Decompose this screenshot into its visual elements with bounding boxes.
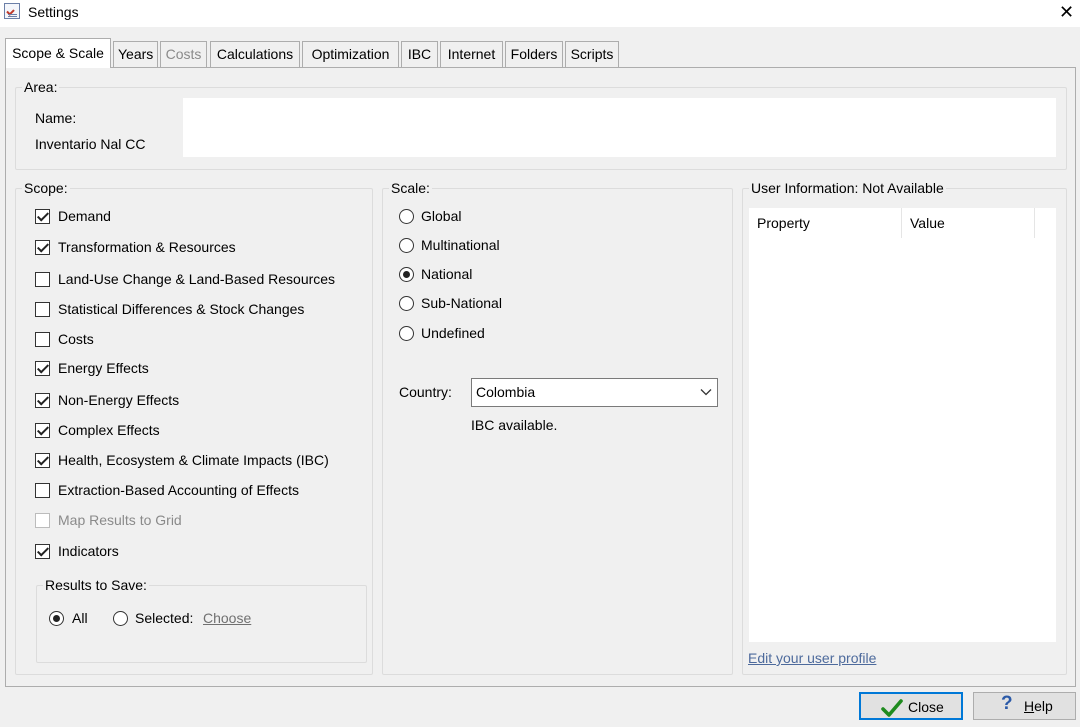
checkbox-demand[interactable]	[35, 209, 50, 224]
ibc-status-text: IBC available.	[471, 417, 558, 433]
area-group: Area: Name: Inventario Nal CC	[15, 79, 1067, 170]
chevron-down-icon[interactable]	[700, 386, 712, 398]
checkbox-label: Complex Effects	[58, 422, 160, 438]
checkbox-label: Demand	[58, 208, 111, 224]
checkbox-non-energy-effects[interactable]	[35, 393, 50, 408]
checkbox-energy-effects[interactable]	[35, 361, 50, 376]
radio-results-selected[interactable]	[113, 611, 128, 626]
radio-scale-global[interactable]	[399, 209, 414, 224]
help-button-label: Help	[1024, 697, 1053, 715]
radio-results-all[interactable]	[49, 611, 64, 626]
user-information-grid[interactable]: Property Value	[749, 208, 1056, 642]
help-mnemonic: H	[1024, 698, 1035, 714]
grid-header-property[interactable]: Property	[749, 208, 902, 238]
checkbox-label: Costs	[58, 331, 94, 347]
radio-label-undefined: Undefined	[421, 325, 485, 341]
tab-folders[interactable]: Folders	[505, 41, 563, 67]
settings-checklist-icon	[4, 3, 20, 19]
radio-scale-multinational[interactable]	[399, 238, 414, 253]
country-select[interactable]: Colombia	[471, 378, 718, 407]
area-description-field[interactable]	[183, 98, 1056, 157]
scale-group: Scale: Global Multinational National Sub…	[382, 180, 733, 675]
tab-scope-scale[interactable]: Scope & Scale	[5, 38, 111, 68]
checkbox-land-use-change[interactable]	[35, 272, 50, 287]
close-icon[interactable]: ✕	[1053, 0, 1080, 25]
close-button-label: Close	[908, 699, 944, 715]
country-select-value: Colombia	[476, 384, 536, 400]
radio-scale-national[interactable]	[399, 267, 414, 282]
checkbox-complex-effects[interactable]	[35, 423, 50, 438]
checkbox-extraction-based-accounting[interactable]	[35, 483, 50, 498]
tab-internet[interactable]: Internet	[440, 41, 503, 67]
window-title: Settings	[28, 4, 79, 20]
checkbox-statistical-differences[interactable]	[35, 302, 50, 317]
country-label: Country:	[399, 384, 452, 400]
checkbox-health-ecosystem-climate[interactable]	[35, 453, 50, 468]
grid-header-value[interactable]: Value	[902, 208, 1035, 238]
radio-label-sub-national: Sub-National	[421, 295, 502, 311]
radio-label-multinational: Multinational	[421, 237, 500, 253]
checkbox-indicators[interactable]	[35, 544, 50, 559]
radio-label-national: National	[421, 266, 473, 282]
checkbox-transformation-resources[interactable]	[35, 240, 50, 255]
checkbox-costs[interactable]	[35, 332, 50, 347]
scope-group: Scope: Demand Transformation & Resources…	[15, 180, 373, 675]
radio-label-all: All	[72, 610, 88, 626]
tab-ibc[interactable]: IBC	[401, 41, 438, 67]
edit-user-profile-link[interactable]: Edit your user profile	[748, 650, 876, 666]
tab-optimization[interactable]: Optimization	[302, 41, 399, 67]
scope-group-title: Scope:	[22, 180, 70, 196]
checkbox-label: Energy Effects	[58, 360, 149, 376]
radio-scale-sub-national[interactable]	[399, 296, 414, 311]
help-rest: elp	[1034, 698, 1053, 714]
radio-label-global: Global	[421, 208, 462, 224]
radio-label-selected: Selected:	[135, 610, 194, 626]
help-button[interactable]: ? Help	[973, 692, 1076, 720]
tab-calculations[interactable]: Calculations	[210, 41, 300, 67]
results-to-save-title: Results to Save:	[43, 577, 149, 593]
checkbox-label: Statistical Differences & Stock Changes	[58, 301, 305, 317]
checkbox-map-results-to-grid	[35, 513, 50, 528]
title-bar: Settings ✕	[0, 0, 1080, 27]
area-group-title: Area:	[22, 79, 60, 95]
choose-link[interactable]: Choose	[203, 610, 251, 626]
scale-group-title: Scale:	[389, 180, 432, 196]
close-button[interactable]: Close	[859, 692, 963, 720]
checkbox-label: Extraction-Based Accounting of Effects	[58, 482, 299, 498]
area-name-value: Inventario Nal CC	[35, 136, 146, 152]
radio-scale-undefined[interactable]	[399, 326, 414, 341]
checkbox-label: Health, Ecosystem & Climate Impacts (IBC…	[58, 452, 329, 468]
question-mark-icon: ?	[1001, 693, 1013, 714]
checkbox-label: Land-Use Change & Land-Based Resources	[58, 271, 336, 287]
checkbox-label: Map Results to Grid	[58, 512, 182, 528]
tab-costs: Costs	[160, 41, 207, 67]
checkbox-label: Non-Energy Effects	[58, 392, 180, 408]
checkbox-label: Indicators	[58, 543, 119, 559]
tab-years[interactable]: Years	[113, 41, 158, 67]
results-to-save-group: Results to Save: All Selected: Choose	[36, 577, 367, 663]
name-label: Name:	[35, 110, 77, 126]
user-information-title: User Information: Not Available	[749, 180, 946, 196]
tab-scripts[interactable]: Scripts	[565, 41, 619, 67]
checkbox-label: Transformation & Resources	[58, 239, 236, 255]
checkmark-icon	[881, 699, 903, 717]
